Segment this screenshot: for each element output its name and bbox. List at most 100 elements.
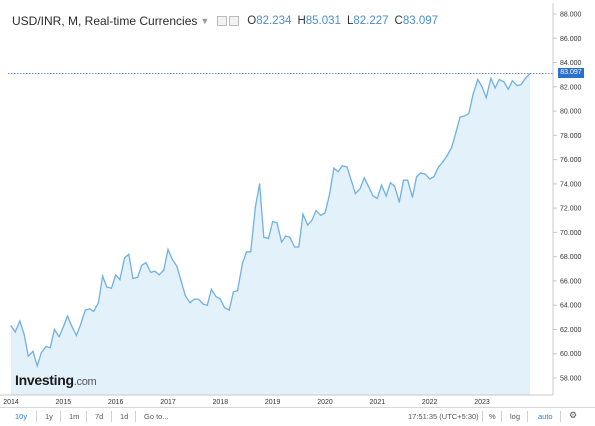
data-point xyxy=(184,294,186,297)
data-point xyxy=(516,85,518,87)
series-legend: USD/INR, M, Real-time Currencies ▼ O 82.2… xyxy=(12,14,438,28)
y-tick-label: 64.000 xyxy=(560,303,582,310)
chart-canvas[interactable]: 88.000 86.000 84.000 82.000 80.000 78.000 76.0… xyxy=(0,0,595,425)
close-label: C xyxy=(394,15,403,27)
data-point xyxy=(189,302,191,304)
goto-button[interactable]: Go to... xyxy=(144,412,169,421)
data-point xyxy=(468,112,470,115)
data-point xyxy=(333,167,335,169)
close-value: 83.097 xyxy=(402,15,439,27)
data-point xyxy=(281,241,283,243)
data-point xyxy=(490,77,492,79)
x-tick-label: 2014 xyxy=(3,399,19,406)
clock-display: 17:51:35 (UTC+5:30) xyxy=(408,412,479,421)
data-point xyxy=(324,212,326,214)
series-title: USD/INR, M, Real-time Currencies xyxy=(12,14,198,28)
data-point xyxy=(451,146,453,149)
y-tick-label: 66.000 xyxy=(560,278,582,285)
data-point xyxy=(433,176,435,178)
data-point xyxy=(494,87,496,89)
x-tick-label: 2022 xyxy=(422,399,438,406)
data-point xyxy=(315,210,317,212)
range-1m-button[interactable]: 1m xyxy=(69,412,79,421)
range-7d-button[interactable]: 7d xyxy=(95,412,103,421)
open-value: 82.234 xyxy=(256,15,292,27)
caret-down-icon[interactable]: ▼ xyxy=(200,16,209,26)
toolbar-divider xyxy=(501,411,502,422)
y-tick-label: 60.000 xyxy=(560,351,582,358)
data-point xyxy=(241,263,243,265)
data-point xyxy=(132,277,134,280)
percent-toggle[interactable]: % xyxy=(489,412,496,421)
data-point xyxy=(206,304,208,306)
data-point xyxy=(438,166,440,168)
data-point xyxy=(223,307,226,309)
data-point xyxy=(298,246,300,248)
data-point xyxy=(62,326,64,328)
y-tick-label: 74.000 xyxy=(560,181,582,188)
logo-suffix: .com xyxy=(73,376,97,388)
toolbar-divider xyxy=(560,411,561,422)
data-point xyxy=(23,333,25,335)
data-point xyxy=(14,331,16,333)
data-point xyxy=(411,196,413,198)
data-point xyxy=(110,287,113,289)
range-10y-button[interactable]: 10y xyxy=(15,412,27,421)
y-tick-label: 80.000 xyxy=(560,109,582,116)
data-point xyxy=(341,165,343,167)
x-tick-label: 2023 xyxy=(474,399,490,406)
y-tick-label: 84.000 xyxy=(560,60,582,67)
data-point xyxy=(307,224,309,226)
data-point xyxy=(180,280,182,282)
data-point xyxy=(19,320,21,322)
y-tick-label: 88.000 xyxy=(560,12,582,19)
y-tick-label: 72.000 xyxy=(560,206,582,213)
data-point xyxy=(32,350,34,352)
data-point xyxy=(337,171,339,173)
y-tick-label: 82.000 xyxy=(560,84,582,91)
data-point xyxy=(376,197,378,199)
data-point xyxy=(167,248,169,250)
data-point xyxy=(58,336,60,338)
toolbar-divider xyxy=(135,411,136,422)
legend-close-icon[interactable] xyxy=(229,16,240,26)
data-point xyxy=(363,177,365,179)
data-point xyxy=(219,298,221,300)
data-point xyxy=(398,201,400,203)
data-point xyxy=(359,188,361,190)
data-point xyxy=(385,195,387,197)
data-point xyxy=(507,88,509,90)
data-point xyxy=(416,176,418,178)
data-point xyxy=(137,276,139,278)
data-point xyxy=(197,298,199,300)
data-point xyxy=(88,308,91,310)
data-point xyxy=(485,97,487,99)
data-point xyxy=(158,274,160,276)
data-point xyxy=(128,253,130,255)
data-point xyxy=(503,81,505,83)
range-1d-button[interactable]: 1d xyxy=(120,412,128,421)
data-point xyxy=(272,220,274,223)
data-point xyxy=(267,237,270,240)
x-tick-label: 2019 xyxy=(265,399,281,406)
y-tick-label: 86.000 xyxy=(560,36,582,43)
auto-toggle[interactable]: auto xyxy=(538,412,553,421)
data-point xyxy=(477,78,479,81)
settings-gear-icon[interactable]: ⚙ xyxy=(569,410,577,421)
data-point xyxy=(232,291,234,293)
data-point xyxy=(154,270,156,272)
data-point xyxy=(40,351,43,354)
log-toggle[interactable]: log xyxy=(510,412,520,421)
y-tick-label: 58.000 xyxy=(560,376,582,383)
investing-logo: Investing.com xyxy=(15,372,97,388)
data-point xyxy=(498,78,500,81)
data-point xyxy=(45,345,47,348)
range-1y-button[interactable]: 1y xyxy=(45,412,53,421)
data-point xyxy=(520,83,522,85)
data-point xyxy=(367,185,369,187)
x-tick-label: 2021 xyxy=(370,399,386,406)
data-point xyxy=(106,286,108,288)
data-point xyxy=(66,315,69,317)
data-point xyxy=(163,269,165,271)
legend-visibility-icon[interactable] xyxy=(217,16,228,26)
